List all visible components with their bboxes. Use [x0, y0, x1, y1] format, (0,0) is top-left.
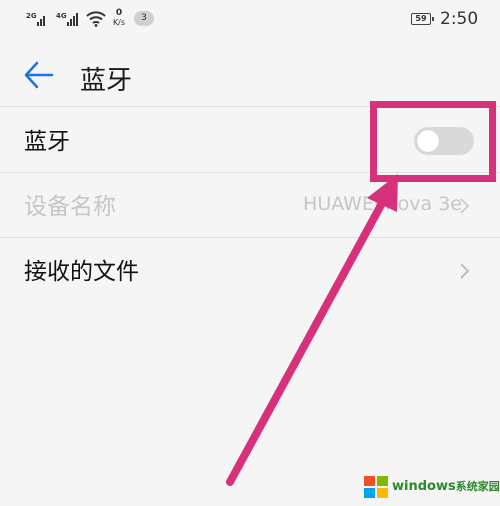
chevron-right-icon [460, 198, 470, 214]
watermark-brand: windows [392, 479, 456, 494]
bluetooth-label: 蓝牙 [24, 129, 70, 155]
device-name-label: 设备名称 [24, 194, 116, 220]
back-button[interactable] [20, 57, 56, 93]
wifi-icon [86, 11, 106, 27]
annotation-highlight-box [370, 101, 496, 182]
device-name-row: 设备名称 HUAWEI nova 3e [0, 173, 500, 237]
watermark-text: windows系统家园 [392, 478, 500, 494]
received-files-row[interactable]: 接收的文件 [0, 238, 500, 302]
signal-2g-label: 2G [26, 12, 37, 20]
back-arrow-icon [24, 61, 54, 89]
received-files-label: 接收的文件 [24, 259, 139, 285]
windows-logo-icon [364, 476, 388, 498]
watermark-suffix: 系统家园 [455, 480, 500, 493]
signal-2g-icon: 2G [26, 10, 46, 26]
watermark-logo: windows系统家园 [362, 472, 500, 502]
network-speed-unit: K/s [112, 18, 126, 27]
page-title: 蓝牙 [80, 66, 133, 96]
signal-4g-label: 4G [56, 12, 67, 20]
network-speed: 0 K/s [108, 9, 130, 27]
status-bar: 2G 4G 0 K/s 3 59 2:50 [0, 0, 500, 40]
battery-icon: 59 [411, 13, 434, 25]
signal-4g-icon: 4G [56, 10, 78, 26]
status-time: 2:50 [440, 9, 479, 29]
device-name-value: HUAWEI nova 3e [303, 193, 462, 215]
chevron-right-icon [460, 263, 470, 279]
notification-badge: 3 [134, 11, 154, 26]
network-speed-value: 0 [115, 8, 123, 18]
